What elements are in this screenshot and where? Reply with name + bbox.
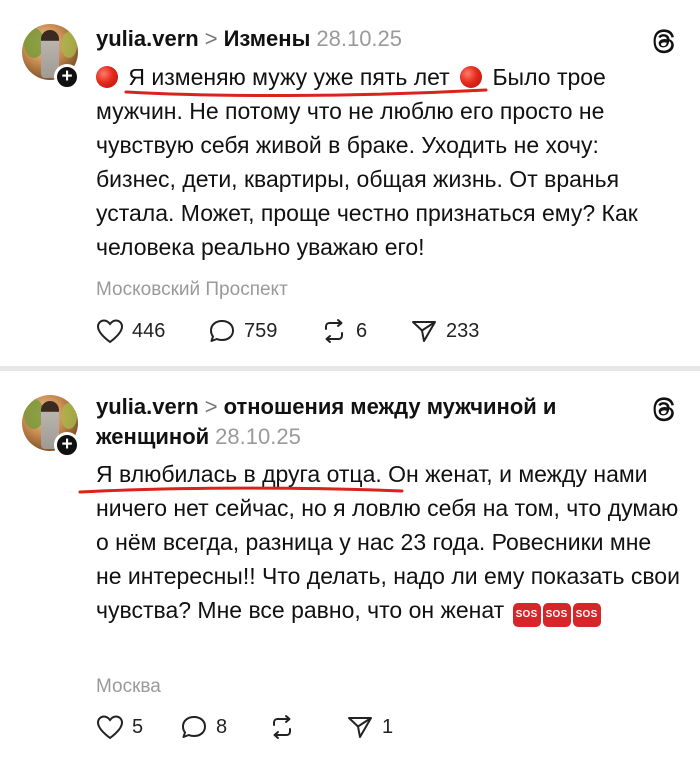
highlighted-phrase: Я влюбилась в друга отца	[78, 457, 404, 494]
topic-tag[interactable]: Измены	[224, 26, 311, 51]
share-button[interactable]: 233	[410, 318, 510, 344]
share-count: 233	[446, 319, 480, 342]
location-label[interactable]: Московский Проспект	[96, 279, 288, 301]
share-icon	[348, 717, 372, 738]
divider	[0, 366, 700, 371]
post-card[interactable]: + yulia.vern > Измены 28.10.25 Я изменяю му…	[0, 0, 700, 366]
repost-icon	[325, 319, 343, 343]
share-button[interactable]: 1	[346, 714, 426, 740]
reply-button[interactable]: 8	[180, 714, 268, 740]
like-button[interactable]: 5	[96, 714, 180, 740]
repost-button[interactable]	[268, 714, 346, 740]
reply-count: 759	[244, 319, 278, 342]
heart-icon	[96, 715, 124, 740]
chevron-right-icon: >	[204, 26, 218, 51]
repost-icon	[273, 715, 291, 739]
post-header: yulia.vern > Измены 28.10.25	[96, 24, 616, 54]
post-text: Я изменяю мужу уже пять лет Было трое му…	[96, 60, 681, 264]
like-count: 446	[132, 319, 166, 342]
post-text: Я влюбилась в друга отца. Он женат, и ме…	[78, 457, 681, 627]
threads-logo-icon[interactable]	[648, 26, 678, 56]
location-label[interactable]: Москва	[96, 676, 161, 698]
sos-emoji: SOS	[572, 603, 601, 627]
post-date: 28.10.25	[215, 424, 301, 449]
username[interactable]: yulia.vern	[96, 26, 199, 51]
action-bar: 446 759 6 233	[96, 318, 510, 344]
highlighted-phrase: Я изменяю мужу уже пять лет	[124, 60, 488, 98]
action-bar: 5 8 1	[96, 714, 426, 740]
like-button[interactable]: 446	[96, 318, 208, 344]
like-count: 5	[132, 715, 144, 738]
follow-plus-icon[interactable]: +	[54, 64, 80, 90]
share-count: 1	[382, 715, 394, 738]
red-circle-emoji	[96, 66, 118, 88]
threads-logo-icon[interactable]	[648, 394, 678, 424]
reply-button[interactable]: 759	[208, 318, 320, 344]
sos-emoji: SOS	[542, 603, 571, 627]
share-icon	[412, 321, 436, 342]
repost-button[interactable]: 6	[320, 318, 410, 344]
comment-icon	[210, 320, 234, 342]
comment-icon	[182, 716, 206, 738]
post-header: yulia.vern > отношения между мужчиной и же…	[96, 392, 616, 452]
red-circle-emoji	[460, 66, 483, 88]
repost-count: 6	[356, 319, 368, 342]
sos-emoji: SOS	[512, 603, 541, 627]
heart-icon	[96, 319, 124, 344]
chevron-right-icon: >	[204, 394, 218, 419]
follow-plus-icon[interactable]: +	[54, 432, 80, 458]
reply-count: 8	[216, 715, 228, 738]
post-date: 28.10.25	[316, 26, 403, 51]
username[interactable]: yulia.vern	[96, 394, 199, 419]
